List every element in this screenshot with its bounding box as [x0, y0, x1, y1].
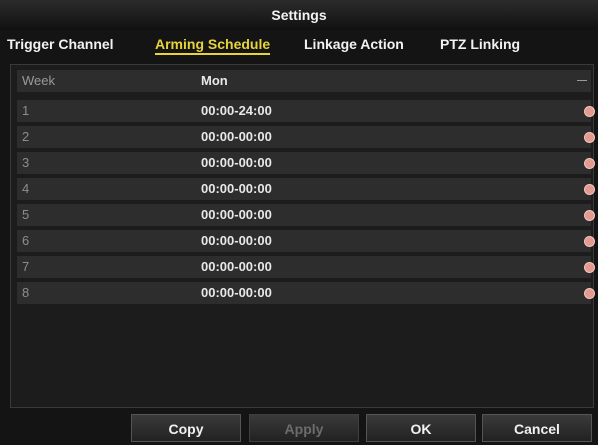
tab-linkage-action[interactable]: Linkage Action: [304, 36, 404, 52]
tab-bar: Trigger Channel Arming Schedule Linkage …: [0, 32, 598, 60]
apply-button[interactable]: Apply: [249, 414, 359, 442]
week-select[interactable]: Mon —: [195, 70, 591, 92]
period-time-field[interactable]: 00:00-00:00: [195, 204, 595, 226]
period-index: 5: [17, 204, 196, 226]
cancel-button[interactable]: Cancel: [482, 414, 592, 442]
edit-icon[interactable]: [584, 106, 595, 117]
period-index: 6: [17, 230, 196, 252]
schedule-row: 5 00:00-00:00: [17, 204, 598, 226]
period-time-field[interactable]: 00:00-00:00: [195, 152, 595, 174]
period-time: 00:00-00:00: [201, 129, 272, 144]
period-time: 00:00-00:00: [201, 259, 272, 274]
settings-dialog: Settings Trigger Channel Arming Schedule…: [0, 0, 598, 445]
period-time-field[interactable]: 00:00-00:00: [195, 282, 595, 304]
copy-button[interactable]: Copy: [131, 414, 241, 442]
period-time: 00:00-00:00: [201, 207, 272, 222]
tab-arming-schedule[interactable]: Arming Schedule: [155, 36, 271, 55]
schedule-row: 1 00:00-24:00: [17, 100, 598, 122]
period-time: 00:00-00:00: [201, 285, 272, 300]
period-time: 00:00-24:00: [201, 103, 272, 118]
schedule-row: 3 00:00-00:00: [17, 152, 598, 174]
period-index: 1: [17, 100, 196, 122]
week-value: Mon: [201, 73, 228, 88]
ok-button[interactable]: OK: [366, 414, 476, 442]
tab-trigger-channel[interactable]: Trigger Channel: [7, 36, 114, 52]
schedule-panel: Week Mon — 1 00:00-24:00 2 00:00-00:00 3…: [10, 64, 595, 408]
tab-ptz-linking[interactable]: PTZ Linking: [440, 36, 520, 52]
edit-icon[interactable]: [584, 210, 595, 221]
period-time: 00:00-00:00: [201, 181, 272, 196]
edit-icon[interactable]: [584, 288, 595, 299]
period-time: 00:00-00:00: [201, 155, 272, 170]
edit-icon[interactable]: [584, 236, 595, 247]
edit-icon[interactable]: [584, 158, 595, 169]
period-index: 2: [17, 126, 196, 148]
period-time-field[interactable]: 00:00-00:00: [195, 256, 595, 278]
period-time-field[interactable]: 00:00-00:00: [195, 126, 595, 148]
period-index: 3: [17, 152, 196, 174]
schedule-row: 4 00:00-00:00: [17, 178, 598, 200]
schedule-row: 7 00:00-00:00: [17, 256, 598, 278]
edit-icon[interactable]: [584, 132, 595, 143]
chevron-down-icon: —: [577, 75, 587, 86]
period-time-field[interactable]: 00:00-00:00: [195, 230, 595, 252]
period-time: 00:00-00:00: [201, 233, 272, 248]
schedule-row: 6 00:00-00:00: [17, 230, 598, 252]
period-time-field[interactable]: 00:00-00:00: [195, 178, 595, 200]
week-row: Week Mon —: [17, 70, 598, 92]
button-bar: Copy Apply OK Cancel: [0, 410, 598, 445]
edit-icon[interactable]: [584, 184, 595, 195]
edit-icon[interactable]: [584, 262, 595, 273]
schedule-row: 8 00:00-00:00: [17, 282, 598, 304]
period-index: 4: [17, 178, 196, 200]
schedule-row: 2 00:00-00:00: [17, 126, 598, 148]
week-label: Week: [17, 70, 196, 92]
period-index: 8: [17, 282, 196, 304]
period-time-field[interactable]: 00:00-24:00: [195, 100, 595, 122]
window-title: Settings: [0, 0, 598, 30]
period-index: 7: [17, 256, 196, 278]
